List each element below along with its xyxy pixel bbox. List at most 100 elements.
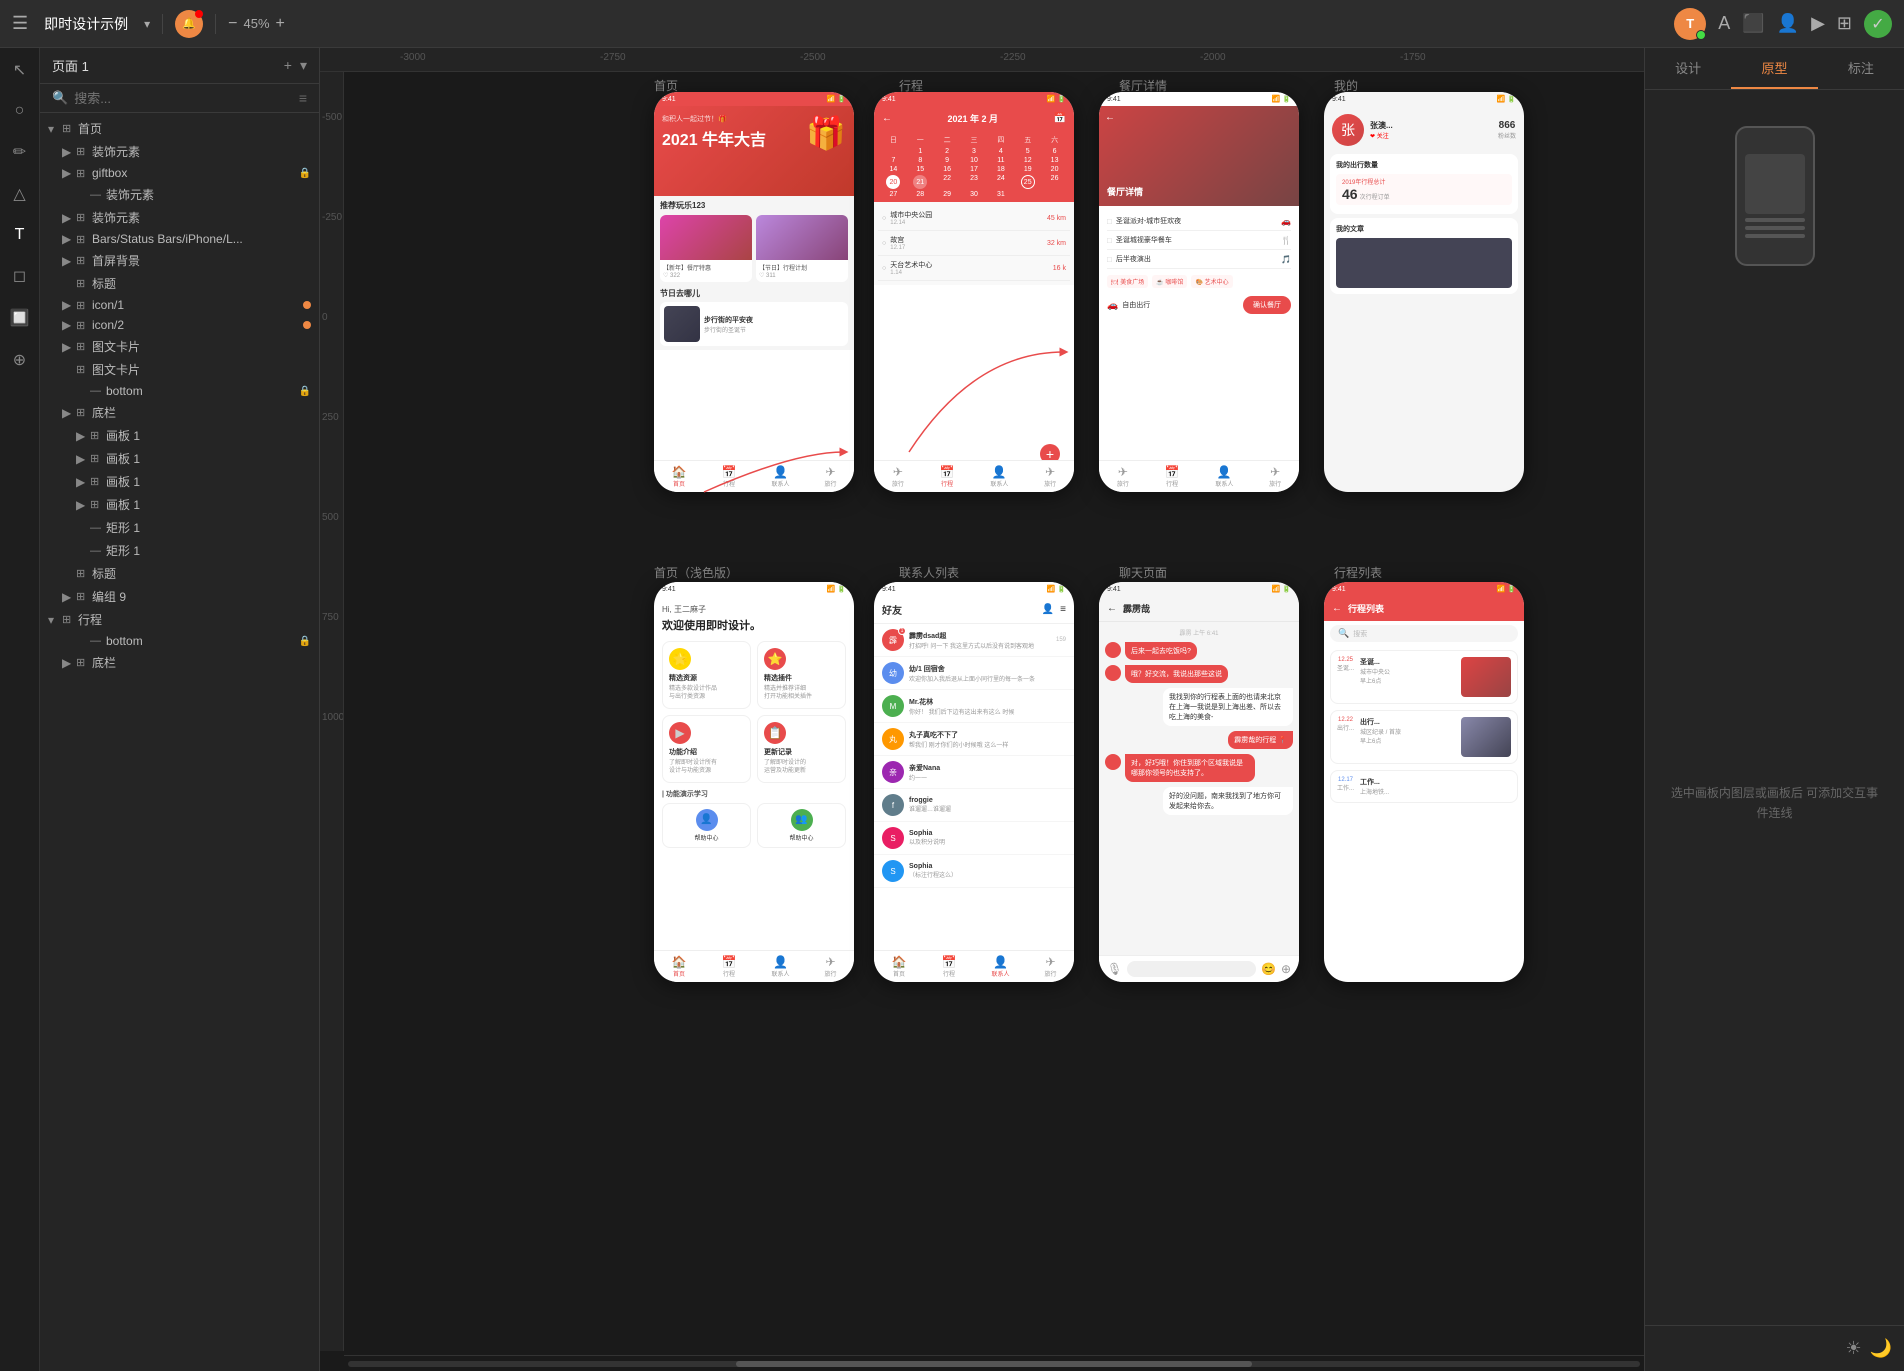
user-avatar[interactable]: T [1674, 8, 1706, 40]
tree-type-icon: ⊞ [76, 211, 92, 224]
tree-item[interactable]: ▶ ⊞ 画板 1 [40, 493, 319, 516]
canvas-area[interactable]: -3000-2750-2500-2250-2000-1750 -500-2500… [320, 48, 1644, 1371]
tree-item[interactable]: ⊞ 标题 [40, 562, 319, 585]
search-input[interactable] [74, 91, 299, 106]
section-chat-label: 聊天页面 [1119, 564, 1167, 581]
tree-item[interactable]: ⊞ 标题 [40, 272, 319, 295]
tree-type-icon: ⊞ [90, 498, 106, 511]
dot-indicator [303, 321, 311, 329]
home-card2-tag: 【节日】行程计划 [759, 263, 845, 272]
tree-item[interactable]: ⊞ 图文卡片 [40, 358, 319, 381]
component-tool-icon[interactable]: ⊕ [9, 346, 30, 374]
sidebar-search: 🔍 ≡ [40, 84, 319, 113]
tree-item-label: 画板 1 [106, 496, 311, 513]
zoom-in-button[interactable]: + [276, 15, 285, 33]
tree-arrow-icon: ▶ [76, 475, 90, 489]
toolbar-divider-2 [215, 14, 216, 34]
tree-arrow-icon: ▶ [76, 498, 90, 512]
tree-item[interactable]: ▶ ⊞ 装饰元素 [40, 140, 319, 163]
user-icon[interactable]: 👤 [1777, 13, 1799, 34]
moon-icon[interactable]: 🌙 [1870, 1338, 1892, 1359]
tab-design[interactable]: 设计 [1645, 48, 1731, 89]
sidebar: 页面 1 + ▾ 🔍 ≡ ▾ ⊞ 首页 ▶ ⊞ 装饰元素 ▶ [40, 48, 320, 1371]
toolbar-divider-1 [162, 14, 163, 34]
ruler-mark-v: 500 [322, 512, 339, 523]
tree-item[interactable]: ▶ ⊞ 编组 9 [40, 585, 319, 608]
component-icon[interactable]: ⬛ [1742, 13, 1764, 34]
tree-type-icon: — [90, 189, 106, 201]
tree-type-icon: ⊞ [90, 475, 106, 488]
search-menu-icon[interactable]: ≡ [299, 90, 307, 106]
menu-icon[interactable]: ☰ [12, 13, 28, 34]
tree-item[interactable]: ▾ ⊞ 首页 [40, 117, 319, 140]
tree-item[interactable]: ▶ ⊞ icon/1 [40, 295, 319, 315]
notification-bell[interactable]: 🔔 [175, 10, 203, 38]
sun-icon[interactable]: ☀ [1845, 1338, 1861, 1359]
lock-icon: 🔒 [299, 168, 311, 179]
tree-item[interactable]: ▶ ⊞ Bars/Status Bars/iPhone/L... [40, 229, 319, 249]
home-item1-title: 步行街的平安夜 [704, 315, 753, 325]
play-icon[interactable]: ▶ [1811, 13, 1825, 34]
ruler-mark-v: 1000 [322, 712, 344, 723]
phone-chat: 9:41 📶 🔋 ← 霹雳哉 霹雳 上午 6:41 后来一起去吃饭吗? [1099, 582, 1299, 982]
tree-item[interactable]: ▶ ⊞ 底栏 [40, 651, 319, 674]
tree-item[interactable]: ▶ ⊞ giftbox 🔒 [40, 163, 319, 183]
tree-item[interactable]: — 装饰元素 [40, 183, 319, 206]
tree-item[interactable]: — bottom 🔒 [40, 631, 319, 651]
app-root: ☰ 即时设计示例 ▾ 🔔 − 45% + T A ⬛ 👤 ▶ ⊞ ✓ ↖ ○ [0, 0, 1904, 1371]
tree-item[interactable]: — 矩形 1 [40, 516, 319, 539]
checkmark-icon[interactable]: ✓ [1864, 10, 1892, 38]
phone-mine: 9:41 📶 🔋 张 张澳... ❤ 关注 866 粉丝数 [1324, 92, 1524, 492]
frame-tool-icon[interactable]: ○ [11, 98, 29, 124]
home-section-title: 推荐玩乐123 [660, 200, 848, 211]
tree-item[interactable]: ▾ ⊞ 行程 [40, 608, 319, 631]
ruler-mark-h: -3000 [400, 52, 426, 63]
text-tool-icon[interactable]: T [11, 222, 29, 248]
layers-icon[interactable]: 🔲 [6, 304, 34, 332]
zoom-out-button[interactable]: − [228, 15, 237, 33]
phone-schedule: 9:41 📶 🔋 ← 2021 年 2 月 📅 日一二三四五六 [874, 92, 1074, 492]
brand-name[interactable]: 即时设计示例 [44, 14, 128, 34]
pen-tool-icon[interactable]: ✏ [9, 138, 30, 166]
tree-item[interactable]: ▶ ⊞ 底栏 [40, 401, 319, 424]
tree-item[interactable]: ▶ ⊞ 画板 1 [40, 447, 319, 470]
pages-expand-icon[interactable]: ▾ [300, 57, 307, 74]
tree-type-icon: ⊞ [90, 429, 106, 442]
tree-arrow-icon: ▶ [76, 429, 90, 443]
phone-home-light: 9:41 📶 🔋 Hi, 王二麻子 欢迎使用即时设计。 🌟 精选资源 精选多款设… [654, 582, 854, 982]
ruler-mark-h: -2250 [1000, 52, 1026, 63]
home-card1-tag: 【新年】餐厅特惠 [663, 263, 749, 272]
chat-title: 霹雳哉 [1123, 602, 1150, 615]
tree-item-label: giftbox [92, 166, 295, 180]
tree-item[interactable]: ▶ ⊞ 首屏背景 [40, 249, 319, 272]
dot-indicator [303, 301, 311, 309]
tree-type-icon: ⊞ [76, 254, 92, 267]
tree-item-label: 图文卡片 [92, 338, 311, 355]
tree-item[interactable]: — 矩形 1 [40, 539, 319, 562]
scrollbar-track[interactable] [348, 1361, 1640, 1367]
grid-icon[interactable]: ⊞ [1837, 13, 1852, 34]
tab-prototype[interactable]: 原型 [1731, 48, 1817, 89]
shape-tool-icon[interactable]: △ [9, 180, 29, 208]
scrollbar-thumb[interactable] [736, 1361, 1253, 1367]
tab-annotation[interactable]: 标注 [1818, 48, 1904, 89]
tree-type-icon: — [90, 522, 106, 534]
tree-item[interactable]: ▶ ⊞ 画板 1 [40, 470, 319, 493]
tree-item[interactable]: ▶ ⊞ 装饰元素 [40, 206, 319, 229]
section-home-light-label: 首页（浅色版） [654, 564, 738, 581]
rect-tool-icon[interactable]: ◻ [9, 262, 30, 290]
brand-arrow-icon[interactable]: ▾ [144, 17, 150, 31]
add-page-icon[interactable]: + [284, 57, 292, 74]
select-tool-icon[interactable]: ↖ [9, 56, 30, 84]
tree-item[interactable]: ▶ ⊞ 画板 1 [40, 424, 319, 447]
tree-item[interactable]: ▶ ⊞ icon/2 [40, 315, 319, 335]
tree-item[interactable]: — bottom 🔒 [40, 381, 319, 401]
tree-item[interactable]: ▶ ⊞ 图文卡片 [40, 335, 319, 358]
canvas-content[interactable]: 首页 行程 餐厅详情 我的 9:41 📶 🔋 和积人一起过节！🎁 [344, 72, 1644, 1351]
tree-arrow-icon: ▶ [62, 166, 76, 180]
font-icon[interactable]: A [1718, 13, 1730, 34]
canvas-scrollbar[interactable] [344, 1355, 1644, 1371]
tree-type-icon: ⊞ [76, 299, 92, 312]
tree-arrow-icon: ▶ [62, 211, 76, 225]
avatar-badge [1696, 30, 1706, 40]
